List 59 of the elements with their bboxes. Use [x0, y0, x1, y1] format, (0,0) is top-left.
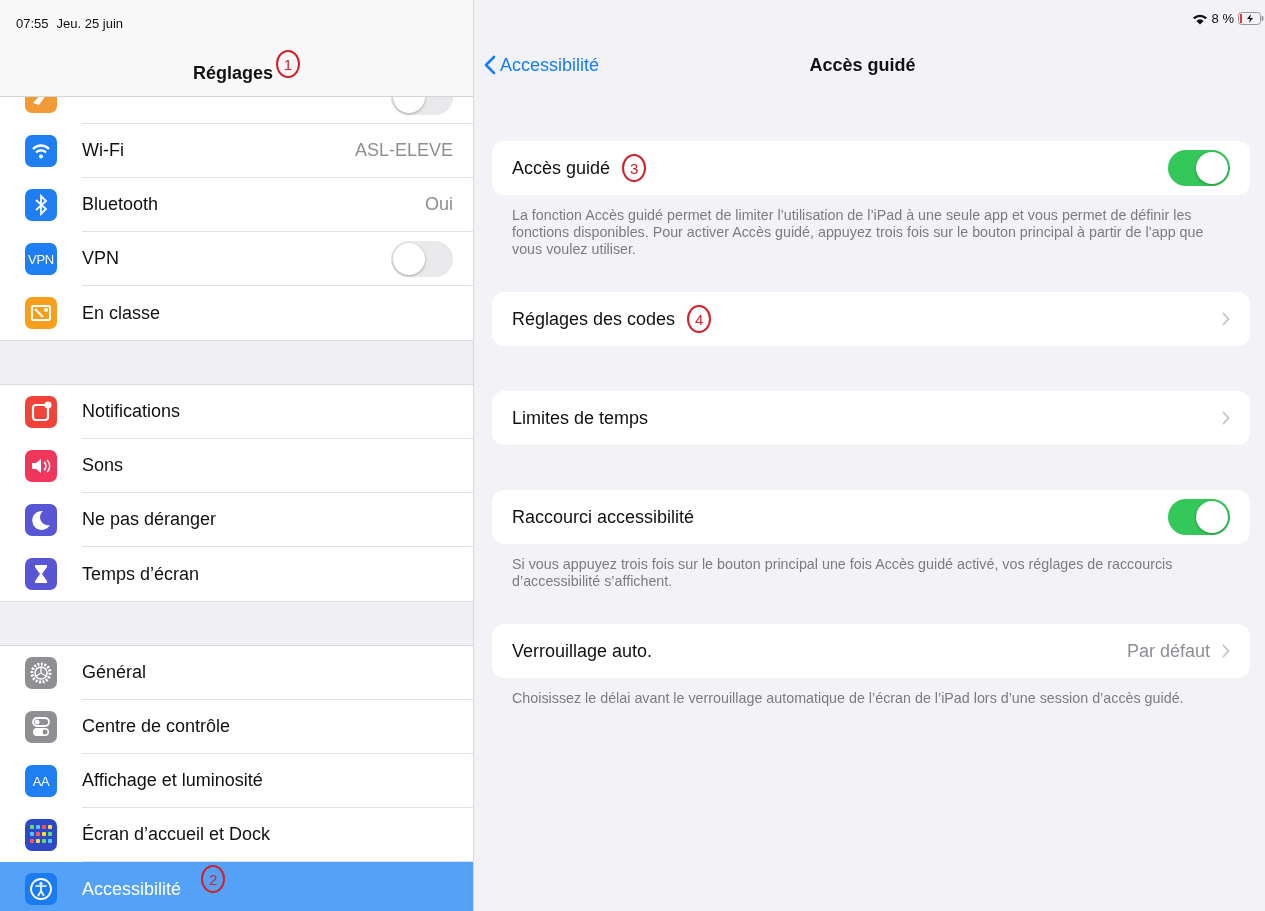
chevron-right-icon: [1222, 644, 1230, 658]
sidebar-item-label: Temps d’écran: [82, 563, 200, 585]
annotation-marker: 4: [687, 305, 712, 333]
setting-value: Oui: [425, 194, 453, 215]
row-label: Raccourci accessibilité: [512, 506, 695, 528]
settings-row[interactable]: Réglages des codes 4: [492, 292, 1250, 346]
sidebar-item[interactable]: VPN VPN: [0, 232, 473, 286]
chevron-right-icon: [1222, 312, 1230, 326]
section-footer: Choisissez le délai avant le verrouillage automatique de l’écran de l’iPad lors d’une session d’accès guidé.: [492, 690, 1250, 707]
status-date: Jeu. 25 juin: [56, 16, 124, 33]
sidebar-item[interactable]: Notifications: [0, 385, 473, 439]
row-label: Réglages des codes: [512, 308, 676, 330]
sidebar-item-label: Écran d’accueil et Dock: [82, 824, 271, 845]
settings-row[interactable]: Verrouillage auto. Par défaut: [492, 624, 1250, 678]
wifi-icon: [1191, 12, 1208, 25]
app-icon: VPN: [25, 243, 57, 275]
back-button[interactable]: Accessibilité: [484, 54, 600, 76]
sidebar-item[interactable]: Bluetooth Oui: [0, 178, 473, 232]
sidebar-item-label: VPN: [82, 248, 119, 269]
section-footer: La fonction Accès guidé permet de limiter l’utilisation de l’iPad à une seule app et vous permet de définir les fonctions disponibles. Pour activer Accès guidé, appuyez trois fois sur le bouton principal à partir de l’app que vous voulez utiliser.: [492, 207, 1250, 258]
sidebar-item-label: Wi-Fi: [82, 140, 124, 161]
annotation-marker: 1: [276, 50, 300, 78]
annotation-marker: 2: [201, 865, 226, 893]
sidebar-item[interactable]: Temps d’écran: [0, 547, 473, 601]
toggle-switch[interactable]: [1168, 499, 1230, 535]
sidebar-item-label: Accessibilité: [82, 878, 182, 900]
app-icon: AA: [25, 765, 57, 797]
sidebar-item-label: Bluetooth: [82, 194, 159, 215]
sidebar-item-label: Ne pas déranger: [82, 509, 217, 530]
sidebar-item-label: En classe: [82, 302, 161, 324]
sidebar-item[interactable]: En classe: [0, 286, 473, 340]
sidebar-item-label: Notifications: [82, 401, 181, 422]
sidebar-item[interactable]: Sons: [0, 439, 473, 493]
sidebar-item[interactable]: Ne pas déranger: [0, 493, 473, 547]
sidebar-item[interactable]: Centre de contrôle: [0, 700, 473, 754]
sidebar-item-label: Affichage et luminosité: [82, 770, 263, 791]
sidebar-item-label: Sons: [82, 455, 124, 476]
row-label: Limites de temps: [512, 407, 649, 429]
toggle-switch[interactable]: [391, 240, 453, 277]
page-title: Accès guidé: [809, 54, 916, 76]
sidebar-title: Réglages: [192, 63, 273, 84]
sidebar-item[interactable]: Wi-Fi ASL-ELEVE: [0, 124, 473, 178]
row-label: Verrouillage auto.: [512, 640, 653, 662]
sidebar-item[interactable]: AA Affichage et luminosité: [0, 754, 473, 808]
toggle-switch[interactable]: [1168, 150, 1230, 186]
battery-icon: [1238, 12, 1264, 25]
sidebar-item[interactable]: Général: [0, 646, 473, 700]
annotation-marker: 3: [622, 154, 647, 182]
row-value: Par défaut: [1126, 640, 1210, 662]
status-time: 07:55: [16, 16, 49, 33]
row-label: Accès guidé: [512, 157, 611, 179]
chevron-right-icon: [1222, 411, 1230, 425]
section-footer: Si vous appuyez trois fois sur le bouton principal une fois Accès guidé activé, vos réglages de raccourcis d’accessibilité s’affichent.: [492, 556, 1250, 590]
sidebar-item-label: Général: [82, 662, 147, 683]
setting-value: ASL-ELEVE: [354, 140, 453, 161]
chevron-left-icon: [484, 55, 496, 75]
battery-percent: 8 %: [1211, 11, 1234, 26]
settings-row[interactable]: Limites de temps: [492, 391, 1250, 445]
sidebar-item-label: Centre de contrôle: [82, 716, 231, 737]
